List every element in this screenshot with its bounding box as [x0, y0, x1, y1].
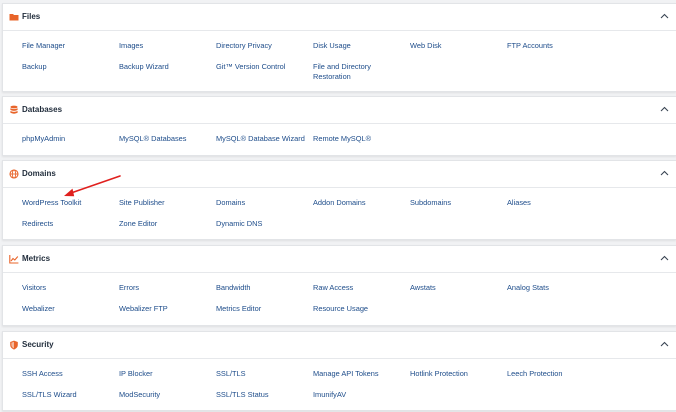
web-disk-link[interactable]: Web Disk: [410, 41, 442, 51]
section-domains: Domains WordPress Toolkit Site Publisher…: [2, 160, 676, 240]
section-title: Metrics: [22, 254, 51, 263]
file-manager-link[interactable]: File Manager: [22, 41, 65, 51]
chevron-up-icon[interactable]: [660, 13, 669, 19]
section-metrics: Metrics Visitors Errors Bandwidth Raw Ac…: [2, 245, 676, 326]
resource-usage-link[interactable]: Resource Usage: [313, 304, 368, 314]
chevron-up-icon[interactable]: [660, 341, 669, 347]
git-version-control-link[interactable]: Git™ Version Control: [216, 62, 285, 72]
ftp-accounts-link[interactable]: FTP Accounts: [507, 41, 553, 51]
manage-api-tokens-link[interactable]: Manage API Tokens: [313, 369, 379, 379]
hotlink-protection-link[interactable]: Hotlink Protection: [410, 369, 468, 379]
ssl-tls-status-link[interactable]: SSL/TLS Status: [216, 390, 269, 400]
analog-stats-link[interactable]: Analog Stats: [507, 283, 549, 293]
phpmyadmin-link[interactable]: phpMyAdmin: [22, 134, 65, 144]
section-security: Security SSH Access IP Blocker SSL/TLS M…: [2, 331, 676, 411]
section-files: Files File Manager Images Directory Priv…: [2, 3, 676, 92]
dynamic-dns-link[interactable]: Dynamic DNS: [216, 219, 262, 229]
mysql-databases-link[interactable]: MySQL® Databases: [119, 134, 186, 144]
section-title: Files: [22, 12, 41, 21]
raw-access-link[interactable]: Raw Access: [313, 283, 353, 293]
globe-icon: [9, 169, 19, 179]
chart-icon: [9, 255, 19, 264]
ip-blocker-link[interactable]: IP Blocker: [119, 369, 153, 379]
subdomains-link[interactable]: Subdomains: [410, 198, 451, 208]
site-publisher-link[interactable]: Site Publisher: [119, 198, 165, 208]
awstats-link[interactable]: Awstats: [410, 283, 436, 293]
section-header-security[interactable]: Security: [3, 332, 676, 359]
zone-editor-link[interactable]: Zone Editor: [119, 219, 157, 229]
webalizer-ftp-link[interactable]: Webalizer FTP: [119, 304, 168, 314]
backup-wizard-link[interactable]: Backup Wizard: [119, 62, 169, 72]
imunifyav-link[interactable]: ImunifyAV: [313, 390, 346, 400]
folder-icon: [9, 14, 19, 21]
database-icon: [10, 105, 18, 114]
directory-privacy-link[interactable]: Directory Privacy: [216, 41, 272, 51]
addon-domains-link[interactable]: Addon Domains: [313, 198, 366, 208]
chevron-up-icon[interactable]: [660, 255, 669, 261]
section-header-metrics[interactable]: Metrics: [3, 246, 676, 273]
remote-mysql-link[interactable]: Remote MySQL®: [313, 134, 371, 144]
section-header-domains[interactable]: Domains: [3, 161, 676, 188]
shield-icon: [10, 340, 18, 350]
mysql-database-wizard-link[interactable]: MySQL® Database Wizard: [216, 134, 305, 144]
section-header-databases[interactable]: Databases: [3, 97, 676, 124]
bandwidth-link[interactable]: Bandwidth: [216, 283, 251, 293]
disk-usage-link[interactable]: Disk Usage: [313, 41, 351, 51]
backup-link[interactable]: Backup: [22, 62, 47, 72]
wordpress-toolkit-link[interactable]: WordPress Toolkit: [22, 198, 81, 208]
section-title: Security: [22, 340, 54, 349]
section-title: Databases: [22, 105, 63, 114]
chevron-up-icon[interactable]: [660, 106, 669, 112]
modsecurity-link[interactable]: ModSecurity: [119, 390, 160, 400]
domains-link[interactable]: Domains: [216, 198, 245, 208]
ssh-access-link[interactable]: SSH Access: [22, 369, 63, 379]
metrics-editor-link[interactable]: Metrics Editor: [216, 304, 261, 314]
aliases-link[interactable]: Aliases: [507, 198, 531, 208]
webalizer-link[interactable]: Webalizer: [22, 304, 55, 314]
ssl-tls-link[interactable]: SSL/TLS: [216, 369, 246, 379]
chevron-up-icon[interactable]: [660, 170, 669, 176]
visitors-link[interactable]: Visitors: [22, 283, 46, 293]
ssl-tls-wizard-link[interactable]: SSL/TLS Wizard: [22, 390, 77, 400]
section-title: Domains: [22, 169, 56, 178]
section-header-files[interactable]: Files: [3, 4, 676, 31]
leech-protection-link[interactable]: Leech Protection: [507, 369, 562, 379]
images-link[interactable]: Images: [119, 41, 143, 51]
section-databases: Databases phpMyAdmin MySQL® Databases My…: [2, 96, 676, 156]
redirects-link[interactable]: Redirects: [22, 219, 53, 229]
file-directory-restoration-link[interactable]: File and Directory Restoration: [313, 62, 383, 82]
errors-link[interactable]: Errors: [119, 283, 139, 293]
